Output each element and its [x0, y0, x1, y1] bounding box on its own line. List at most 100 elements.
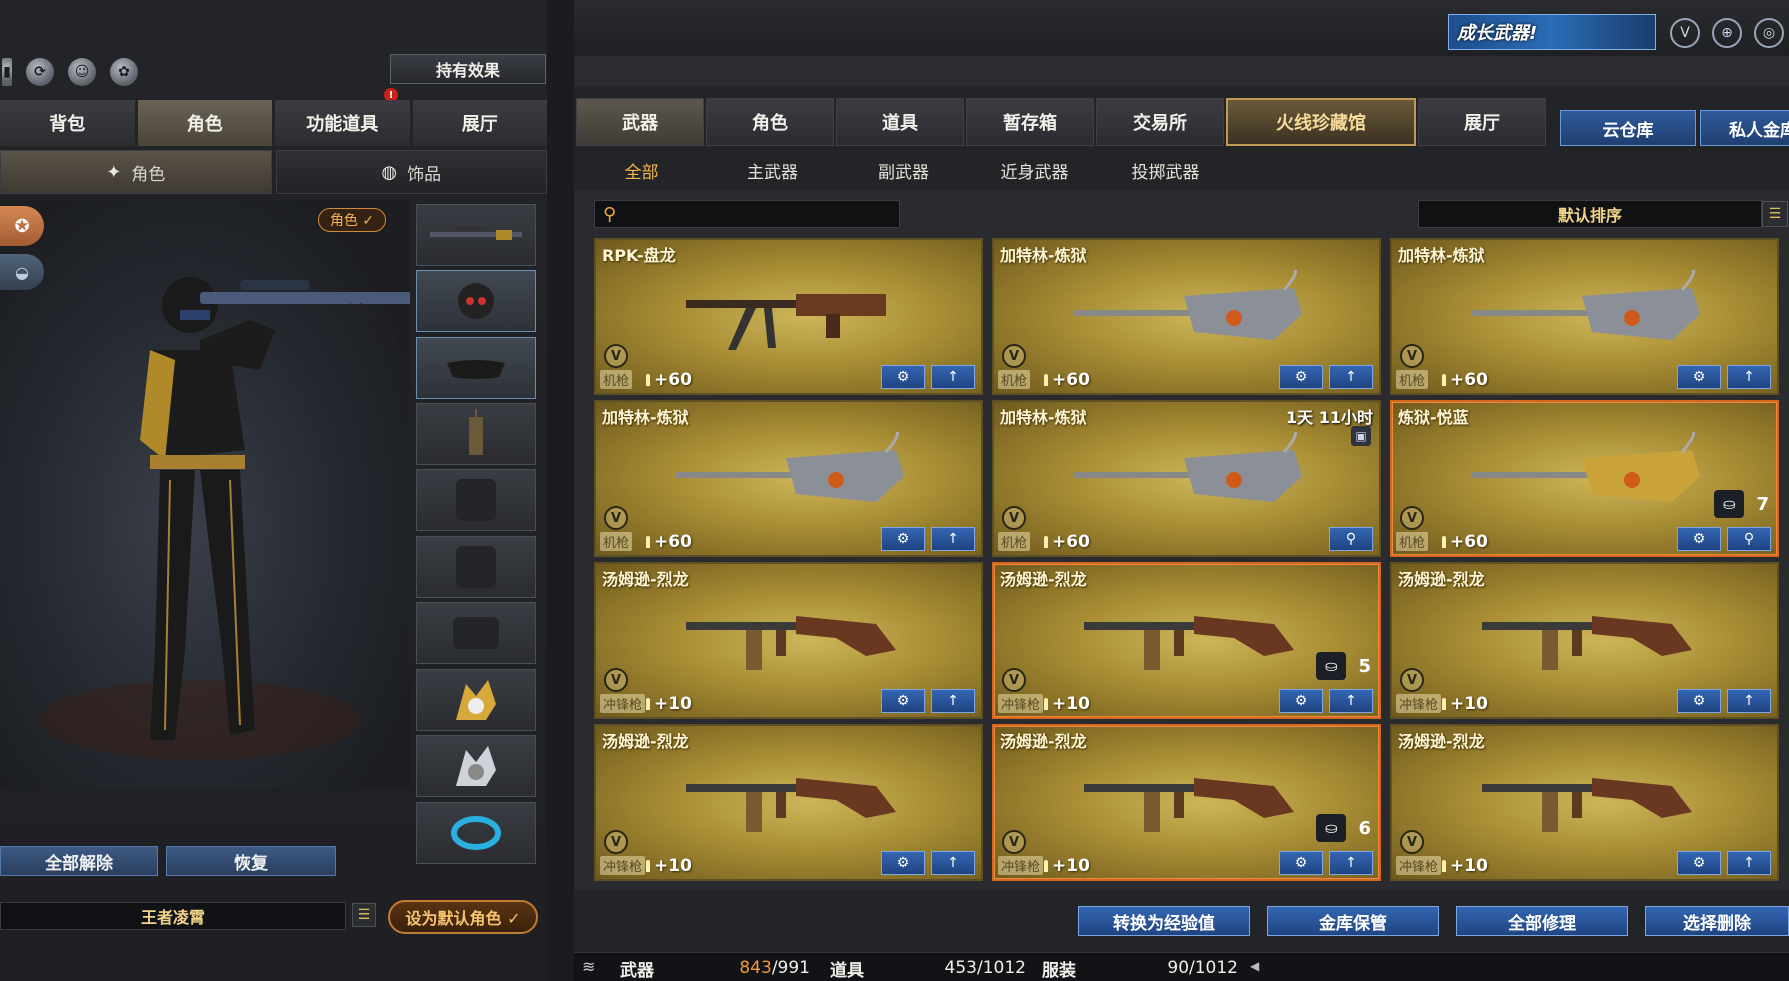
subtab-role[interactable]: ✦ 角色 [0, 150, 272, 194]
tab-function-items[interactable]: 功能道具 [275, 100, 410, 146]
upgrade-button[interactable]: ⚙ [881, 365, 925, 389]
category-primary[interactable]: 主武器 [707, 152, 838, 188]
slot-backpack[interactable] [416, 536, 536, 598]
tab-items[interactable]: 道具 [836, 98, 964, 146]
ammo-bonus: +10 [1044, 694, 1090, 714]
repair-all-button[interactable]: 全部修理 [1456, 906, 1628, 936]
set-default-role-button[interactable]: 设为默认角色 ✓ [388, 900, 538, 934]
weapon-card[interactable]: 加特林-炼狱 1天 11小时 ▣ V 机枪 +60 ⚲ [992, 400, 1381, 557]
v-emblem-icon[interactable]: V [1670, 18, 1700, 48]
upgrade-button[interactable]: ⚙ [881, 527, 925, 551]
sort-menu-icon[interactable]: ☰ [1762, 201, 1788, 227]
pet-icon[interactable]: ✿ [110, 58, 138, 86]
role-menu-icon[interactable]: ☰ [352, 903, 376, 927]
weapon-card[interactable]: 加特林-炼狱 V 机枪 +60 ⚙ ↑ [594, 400, 983, 557]
mask-badge-icon[interactable]: ◒ [0, 254, 44, 290]
unequip-all-button[interactable]: 全部解除 [0, 846, 158, 876]
equip-button[interactable]: ↑ [1329, 365, 1373, 389]
clock-icon[interactable]: ⟳ [26, 58, 54, 86]
category-throwing[interactable]: 投掷武器 [1100, 152, 1231, 188]
weapon-card[interactable]: 汤姆逊-烈龙 V 冲锋枪 +10 ⛀ 6 ⚙ ↑ [992, 724, 1381, 881]
convert-exp-button[interactable]: 转换为经验值 [1078, 906, 1250, 936]
private-vault-button[interactable]: 私人金库 [1700, 110, 1789, 146]
bracelet-icon [451, 816, 501, 850]
equip-button[interactable]: ↑ [1727, 365, 1771, 389]
crosshair-icon[interactable]: ⊕ [1712, 18, 1742, 48]
upgrade-button[interactable]: ⚙ [881, 851, 925, 875]
tab-exchange[interactable]: 交易所 [1096, 98, 1224, 146]
upgrade-button[interactable]: ⚙ [1677, 851, 1721, 875]
grow-weapon-banner[interactable]: 成长武器! [1448, 14, 1656, 50]
restore-button[interactable]: 恢复 [166, 846, 336, 876]
category-secondary[interactable]: 副武器 [838, 152, 969, 188]
equip-button[interactable]: ↑ [1329, 851, 1373, 875]
stack-count: ⛀ 7 [1714, 490, 1769, 518]
tab-storage-box[interactable]: 暂存箱 [966, 98, 1094, 146]
weapon-card[interactable]: 汤姆逊-烈龙 V 冲锋枪 +10 ⚙ ↑ [594, 562, 983, 719]
tab-weapons[interactable]: 武器 [576, 98, 704, 146]
upgrade-button[interactable]: ⚙ [1677, 689, 1721, 713]
tab-characters[interactable]: 角色 [706, 98, 834, 146]
weapon-card[interactable]: 汤姆逊-烈龙 V 冲锋枪 +10 ⛀ 5 ⚙ ↑ [992, 562, 1381, 719]
weapon-card[interactable]: 汤姆逊-烈龙 V 冲锋枪 +10 ⚙ ↑ [1390, 562, 1779, 719]
sort-dropdown[interactable]: 默认排序 [1418, 200, 1762, 228]
tab-showroom-right[interactable]: 展厅 [1418, 98, 1546, 146]
slot-helmet[interactable] [416, 270, 536, 332]
tab-collection-hall[interactable]: 火线珍藏馆 [1226, 98, 1416, 146]
slot-wolf-gold[interactable] [416, 669, 536, 731]
weapon-card[interactable]: 加特林-炼狱 V 机枪 +60 ⚙ ↑ [992, 238, 1381, 395]
slot-bracelet[interactable] [416, 802, 536, 864]
v-grade-icon: V [604, 830, 628, 854]
slot-goggles[interactable] [416, 337, 536, 399]
upgrade-button[interactable]: ⚙ [1279, 851, 1323, 875]
equip-button[interactable]: ↑ [931, 851, 975, 875]
wolf-badge-icon[interactable]: ✪ [0, 206, 44, 246]
upgrade-button[interactable]: ⚙ [1279, 365, 1323, 389]
upgrade-button[interactable]: ⚙ [1677, 527, 1721, 551]
weapon-card[interactable]: RPK-盘龙 V 机枪 +60 ⚙ ↑ [594, 238, 983, 395]
user-switch-icon[interactable]: ☺ [68, 58, 96, 86]
holding-effect-button[interactable]: 持有效果 [390, 54, 546, 84]
equip-button[interactable]: ↑ [931, 365, 975, 389]
category-all[interactable]: 全部 [576, 152, 707, 188]
upgrade-button[interactable]: ⚙ [1279, 689, 1323, 713]
collapse-arrow-icon[interactable]: ◀ [1250, 959, 1259, 973]
upgrade-button[interactable]: ⚙ [881, 689, 925, 713]
weapon-card[interactable]: 炼狱-悦蓝 V 机枪 +60 ⛀ 7 ⚙ ⚲ [1390, 400, 1779, 557]
equip-button[interactable]: ↑ [1727, 851, 1771, 875]
category-melee[interactable]: 近身武器 [969, 152, 1100, 188]
vault-store-button[interactable]: 金库保管 [1267, 906, 1439, 936]
weapon-type: 冲锋枪 [1396, 856, 1442, 875]
inspect-button[interactable]: ⚲ [1329, 527, 1373, 551]
equip-button[interactable]: ↑ [1727, 689, 1771, 713]
item-capacity: 道具 453/1012 [830, 957, 1026, 981]
equip-button[interactable]: ↑ [931, 689, 975, 713]
slot-primary-weapon[interactable] [416, 204, 536, 266]
search-input[interactable]: ⚲ [594, 200, 900, 228]
character-preview[interactable] [0, 200, 410, 790]
tab-showroom[interactable]: 展厅 [412, 100, 547, 146]
backpack-icon[interactable]: ▮ [2, 58, 12, 86]
equip-button[interactable]: ↑ [1329, 689, 1373, 713]
target-icon[interactable]: ◎ [1754, 18, 1784, 48]
slot-vest[interactable] [416, 469, 536, 531]
slot-wolf-silver[interactable] [416, 735, 536, 797]
tab-backpack[interactable]: 背包 [0, 100, 135, 146]
weapon-card[interactable]: 加特林-炼狱 V 机枪 +60 ⚙ ↑ [1390, 238, 1779, 395]
character-panel: ▮ ⟳ ☺ ✿ 持有效果 ! 背包 角色 功能道具 展厅 ✦ 角色 ◍ 饰品 ✪… [0, 0, 547, 981]
equip-button[interactable]: ↑ [931, 527, 975, 551]
select-delete-button[interactable]: 选择删除 [1645, 906, 1789, 936]
weapon-card[interactable]: 汤姆逊-烈龙 V 冲锋枪 +10 ⚙ ↑ [594, 724, 983, 881]
slot-pants[interactable] [416, 602, 536, 664]
slot-radio[interactable] [416, 403, 536, 465]
gatling-gun-icon [1472, 432, 1700, 502]
stack-count: ⛀ 5 [1316, 652, 1371, 680]
weapon-card[interactable]: 汤姆逊-烈龙 V 冲锋枪 +10 ⚙ ↑ [1390, 724, 1779, 881]
tab-role[interactable]: 角色 [137, 100, 272, 146]
left-subtab-bar: ✦ 角色 ◍ 饰品 [0, 150, 547, 194]
cloud-warehouse-button[interactable]: 云仓库 [1560, 110, 1696, 146]
upgrade-button[interactable]: ⚙ [1677, 365, 1721, 389]
subtab-accessory[interactable]: ◍ 饰品 [275, 150, 547, 194]
ammo-bonus: +60 [1044, 532, 1090, 552]
inspect-button[interactable]: ⚲ [1727, 527, 1771, 551]
